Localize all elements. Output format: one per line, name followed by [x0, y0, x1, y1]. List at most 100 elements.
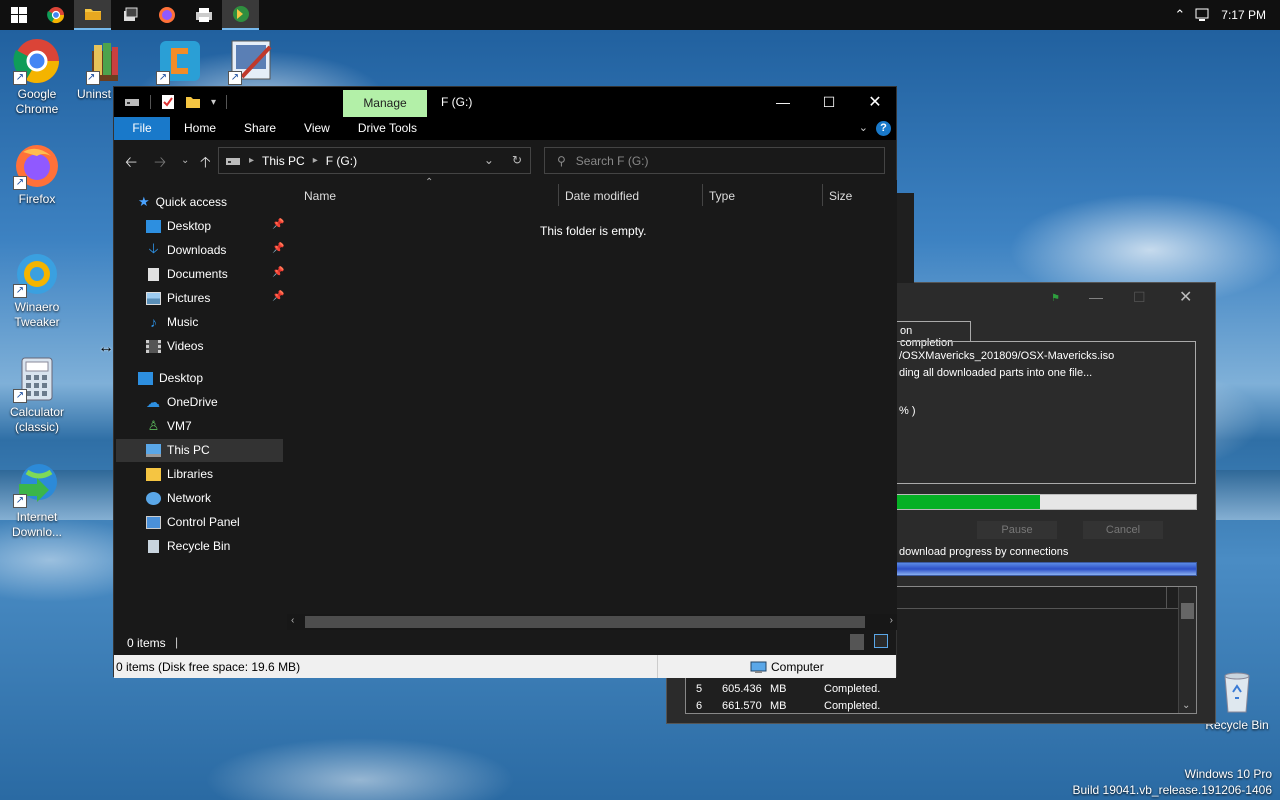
- desktop-icon-winaero[interactable]: ↗ Winaero Tweaker: [0, 250, 74, 330]
- column-divider[interactable]: [558, 184, 559, 206]
- sidebar-item-pictures[interactable]: Pictures: [146, 287, 210, 309]
- sidebar-item-label: Control Panel: [167, 515, 240, 529]
- idm-tab-on-completion[interactable]: on completion: [895, 321, 971, 349]
- desktop-icon-uninstaller[interactable]: ↗ Uninst: [74, 37, 118, 102]
- help-icon[interactable]: ?: [876, 121, 891, 136]
- desktop-icon-label: Calculator: [9, 405, 65, 419]
- drive-icon[interactable]: [124, 96, 140, 108]
- column-header-date-modified[interactable]: Date modified: [565, 189, 639, 203]
- sidebar-item-music[interactable]: ♪ Music: [146, 311, 198, 333]
- explorer-titlebar[interactable]: ▾ Manage F (G:) — ☐ ✕: [114, 87, 896, 117]
- chevron-down-icon[interactable]: ⌄: [1182, 700, 1190, 711]
- idm-maximize-button[interactable]: ☐: [1133, 289, 1146, 306]
- address-dropdown-chevron-icon[interactable]: ⌄: [484, 153, 494, 167]
- recycle-bin-icon: [148, 539, 159, 553]
- taskbar-file-explorer[interactable]: [74, 0, 111, 30]
- desktop-icon-chrome[interactable]: ↗ Google Chrome: [0, 37, 74, 117]
- computer-zone: Computer: [750, 660, 824, 674]
- breadcrumb-drive[interactable]: F (G:): [326, 154, 357, 168]
- sidebar-item-videos[interactable]: Videos: [146, 335, 203, 357]
- idm-file-path: /OSXMavericks_201809/OSX-Mavericks.iso: [899, 350, 1115, 362]
- details-view-icon[interactable]: [850, 634, 864, 650]
- idm-table-scrollbar[interactable]: ⌄: [1178, 587, 1196, 713]
- new-folder-icon[interactable]: [185, 95, 201, 109]
- watermark-build: Build 19041.vb_release.191206-1406: [1072, 783, 1273, 797]
- refresh-icon[interactable]: ↻: [512, 153, 522, 167]
- idm-close-button[interactable]: ✕: [1179, 287, 1192, 307]
- qat-divider: [150, 95, 151, 109]
- sidebar-item-documents[interactable]: Documents: [146, 263, 228, 285]
- taskbar-winaero[interactable]: [111, 0, 148, 30]
- sidebar-item-label: Pictures: [167, 291, 211, 305]
- music-note-icon: ♪: [150, 314, 157, 330]
- sidebar-item-vm7[interactable]: ♙ VM7: [146, 415, 192, 437]
- tab-view[interactable]: View: [290, 117, 344, 140]
- sidebar-item-quick-access[interactable]: ★ Quick access: [138, 191, 227, 213]
- file-list-pane[interactable]: Name ⌃ Date modified Type Size This fold…: [287, 177, 897, 629]
- start-button[interactable]: [0, 0, 37, 30]
- up-arrow-icon[interactable]: 🡡: [200, 152, 211, 177]
- idm-progress-fill: [896, 495, 1040, 509]
- taskbar-firefox[interactable]: [148, 0, 185, 30]
- forward-arrow-icon[interactable]: 🡢: [154, 152, 166, 177]
- recent-locations-chevron-icon[interactable]: ⌄: [181, 155, 189, 166]
- sidebar-item-desktop-root[interactable]: Desktop: [138, 367, 203, 389]
- sidebar-item-network[interactable]: Network: [146, 487, 211, 509]
- star-icon: ★: [138, 194, 150, 209]
- properties-checklist-icon[interactable]: [161, 94, 175, 110]
- shortcut-arrow-icon: ↗: [13, 176, 27, 190]
- tab-share[interactable]: Share: [230, 117, 290, 140]
- column-header-name[interactable]: Name: [304, 189, 336, 203]
- scrollbar-thumb[interactable]: [305, 616, 865, 628]
- tab-file[interactable]: File: [114, 117, 170, 140]
- idm-minimize-button[interactable]: —: [1089, 289, 1103, 305]
- desktop-icon-orange-app[interactable]: ↗: [150, 37, 210, 87]
- maximize-button[interactable]: ☐: [806, 87, 852, 117]
- sidebar-item-label: Videos: [167, 339, 204, 353]
- idm-cancel-button[interactable]: Cancel: [1083, 521, 1163, 539]
- desktop-icon-label: Downlo...: [11, 525, 63, 539]
- idm-scroll-thumb[interactable]: [1181, 603, 1194, 619]
- clock[interactable]: 7:17 PM: [1221, 8, 1266, 22]
- search-input[interactable]: ⚲ Search F (G:): [544, 147, 885, 174]
- sidebar-item-downloads[interactable]: 🡣 Downloads: [146, 239, 226, 261]
- column-header-size[interactable]: Size: [829, 189, 852, 203]
- windows-watermark: Windows 10 Pro Build 19041.vb_release.19…: [1073, 766, 1273, 798]
- sidebar-item-libraries[interactable]: Libraries: [146, 463, 213, 485]
- desktop-icon-image-editor[interactable]: ↗: [222, 37, 282, 87]
- sidebar-item-onedrive[interactable]: ☁ OneDrive: [146, 391, 218, 413]
- desktop-icon-idm[interactable]: ↗ Internet Downlo...: [0, 460, 74, 540]
- desktop-icon-calculator[interactable]: ↗ Calculator (classic): [0, 355, 74, 435]
- large-icons-view-icon[interactable]: [874, 634, 888, 648]
- sidebar-item-control-panel[interactable]: Control Panel: [146, 511, 240, 533]
- shortcut-arrow-icon: ↗: [13, 389, 27, 403]
- minimize-button[interactable]: —: [760, 87, 806, 117]
- taskbar-chrome[interactable]: [37, 0, 74, 30]
- taskbar-idm[interactable]: [222, 0, 259, 30]
- network-icon[interactable]: [1195, 8, 1211, 22]
- breadcrumb-this-pc[interactable]: This PC: [262, 154, 305, 168]
- taskbar-printer[interactable]: [185, 0, 222, 30]
- scroll-right-icon[interactable]: ›: [890, 615, 893, 626]
- horizontal-scrollbar[interactable]: ‹ ›: [287, 614, 897, 630]
- scroll-left-icon[interactable]: ‹: [291, 615, 294, 626]
- qat-dropdown-icon[interactable]: ▾: [211, 97, 216, 108]
- column-divider[interactable]: [822, 184, 823, 206]
- desktop-icon-label: Internet: [16, 510, 58, 524]
- sidebar-item-recycle-bin[interactable]: Recycle Bin: [146, 535, 230, 557]
- address-field[interactable]: ▸ This PC ▸ F (G:) ⌄ ↻: [218, 147, 531, 174]
- expand-ribbon-chevron-icon[interactable]: ⌄: [859, 121, 868, 134]
- tab-drive-tools[interactable]: Drive Tools: [344, 117, 431, 140]
- sidebar-item-this-pc[interactable]: This PC: [146, 439, 210, 461]
- back-arrow-icon[interactable]: 🡠: [125, 152, 137, 177]
- user-icon: ♙: [147, 418, 160, 433]
- column-header-type[interactable]: Type: [709, 189, 735, 203]
- column-divider[interactable]: [702, 184, 703, 206]
- close-button[interactable]: ✕: [852, 87, 898, 117]
- tab-manage[interactable]: Manage: [343, 90, 427, 117]
- tab-home[interactable]: Home: [170, 117, 230, 140]
- desktop-icon-firefox[interactable]: ↗ Firefox: [0, 142, 74, 207]
- idm-pause-button[interactable]: Pause: [977, 521, 1057, 539]
- chevron-up-icon[interactable]: ⌃: [1174, 7, 1185, 23]
- sidebar-item-desktop[interactable]: Desktop: [146, 215, 211, 237]
